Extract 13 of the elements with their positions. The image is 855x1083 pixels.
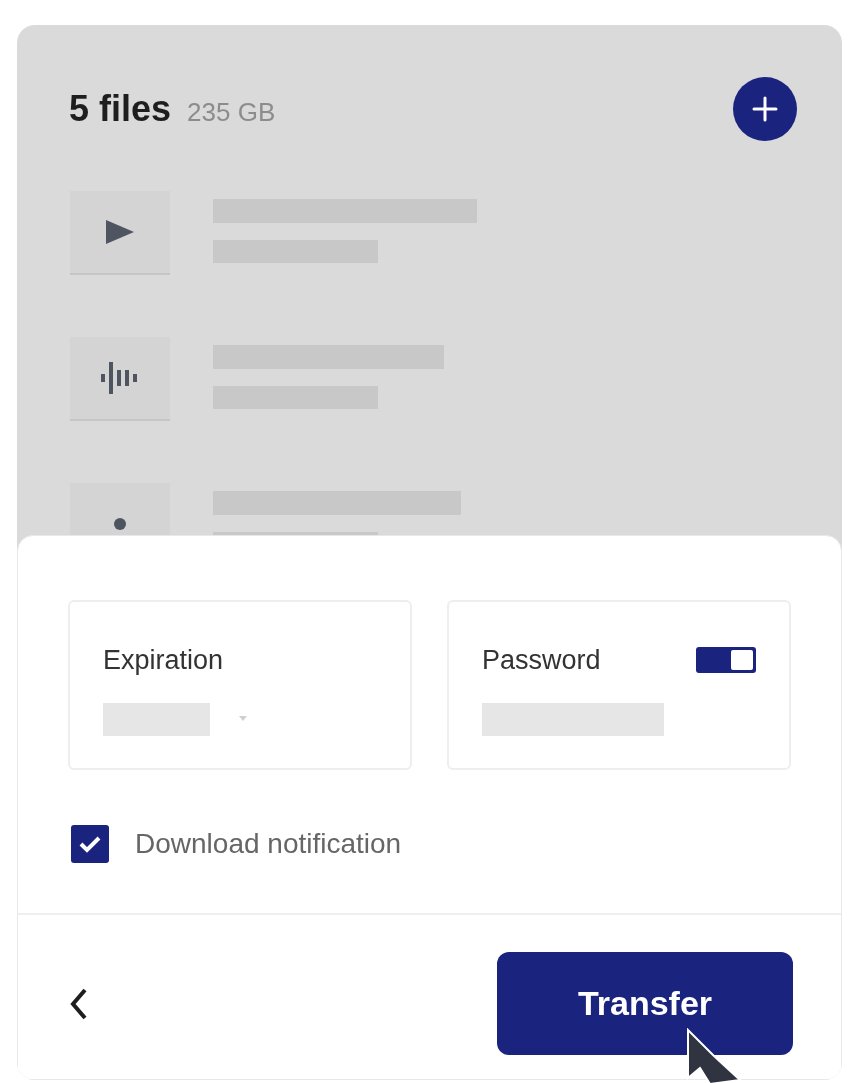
password-toggle[interactable] bbox=[696, 647, 756, 674]
transfer-button[interactable]: Transfer bbox=[497, 952, 793, 1055]
total-size: 235 GB bbox=[187, 96, 276, 129]
notification-label: Download notification bbox=[135, 827, 402, 861]
file-count: 5 files bbox=[69, 87, 172, 131]
checkbox[interactable] bbox=[71, 825, 109, 863]
password-field[interactable] bbox=[482, 702, 664, 736]
caret-icon bbox=[238, 715, 248, 723]
password-label: Password bbox=[482, 644, 601, 677]
expiration-label: Expiration bbox=[103, 644, 225, 677]
checkmark-icon bbox=[78, 834, 102, 854]
dot-icon bbox=[113, 517, 127, 531]
plus-icon bbox=[751, 95, 779, 123]
